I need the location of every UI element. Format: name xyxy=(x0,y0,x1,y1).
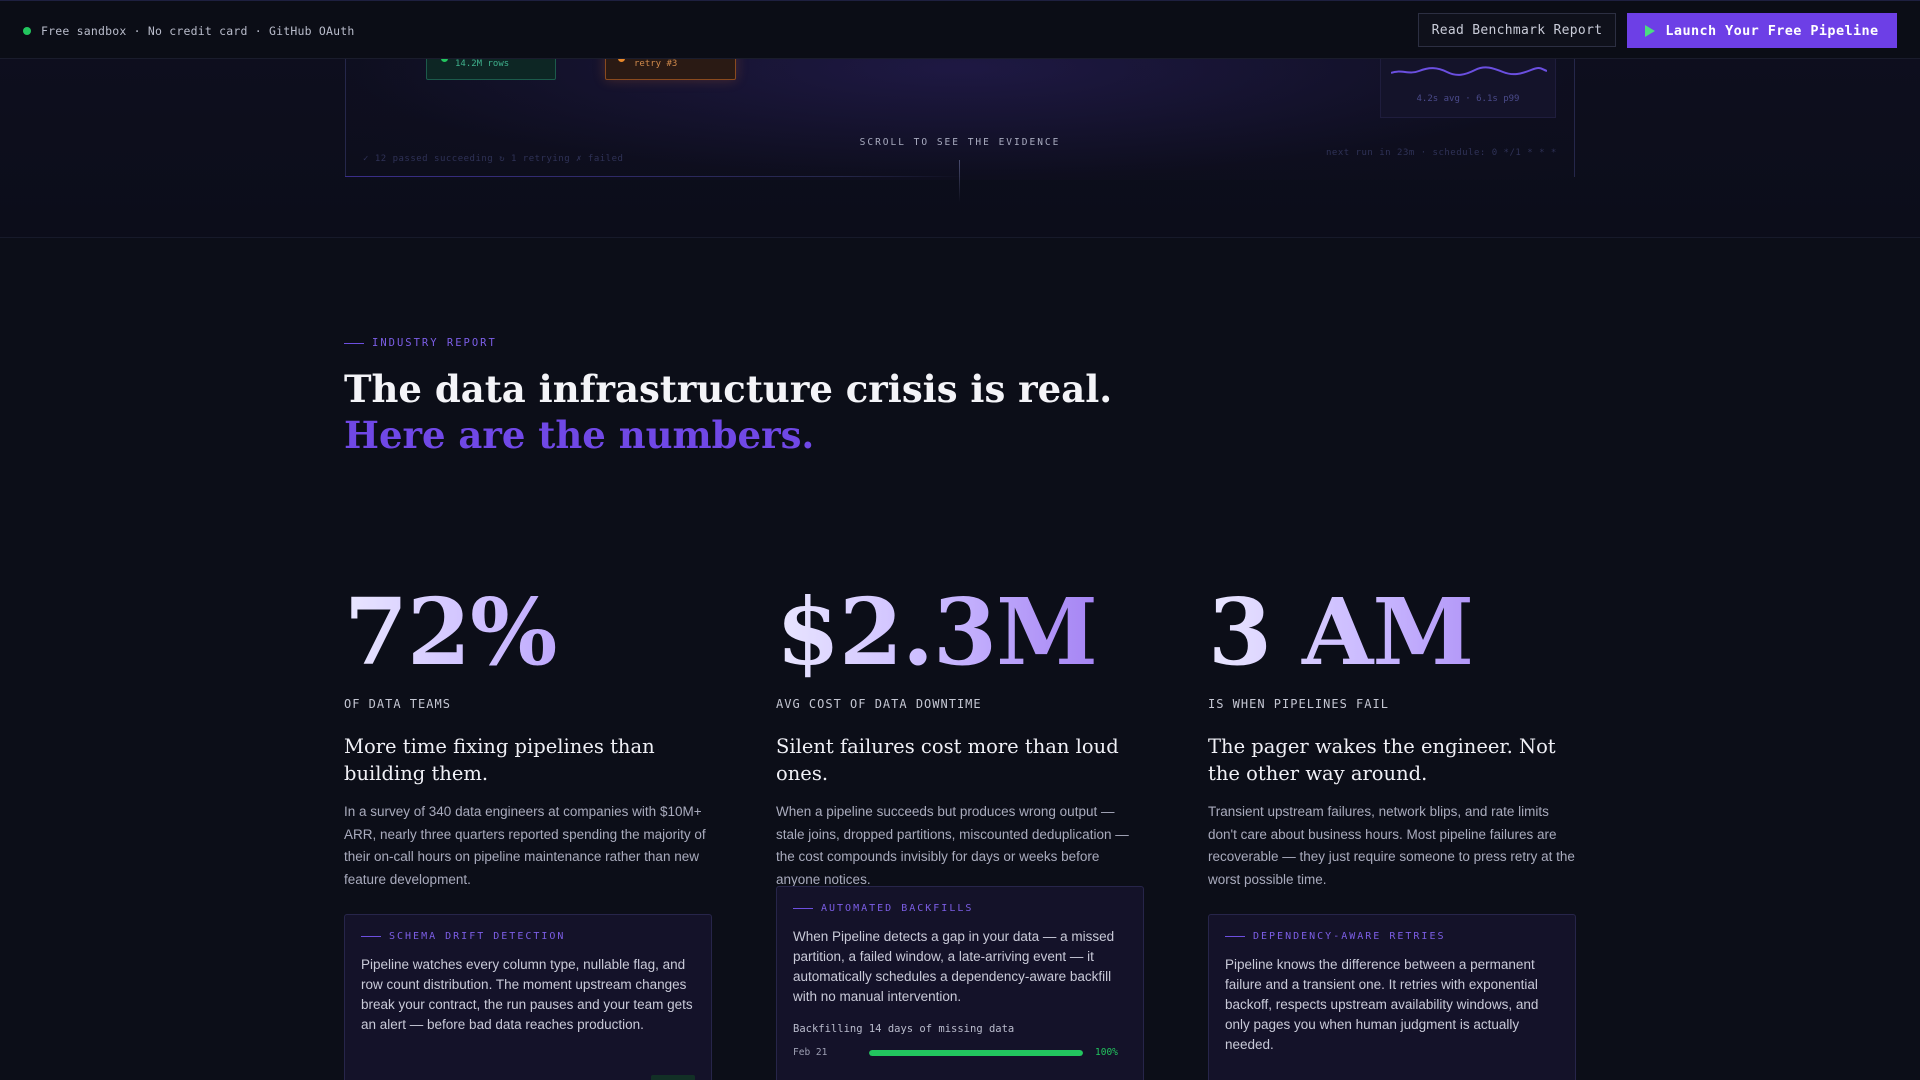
stat-label: AVG COST OF DATA DOWNTIME xyxy=(776,697,982,711)
eyebrow-rule xyxy=(793,908,813,909)
feature-card-schema-drift: SCHEMA DRIFT DETECTION Pipeline watches … xyxy=(344,914,712,1080)
feature-eyebrow: AUTOMATED BACKFILLS xyxy=(793,903,1127,914)
backfill-row: Feb 21 100% xyxy=(793,1047,1127,1058)
schedule-info: next run in 23m · schedule: 0 */1 * * * xyxy=(1326,148,1557,158)
stat-body: Transient upstream failures, network bli… xyxy=(1208,804,1575,887)
stat-body: When a pipeline succeeds but produces wr… xyxy=(776,804,1129,887)
feature-body: When Pipeline detects a gap in your data… xyxy=(793,929,1115,1004)
headline-accent: Here are the numbers. xyxy=(344,413,815,457)
backfill-progress-bar xyxy=(869,1049,1083,1056)
stat-value: $2.3M xyxy=(776,580,1144,684)
online-status-icon xyxy=(23,27,31,35)
sandbox-status: Free sandbox · No credit card · GitHub O… xyxy=(23,24,354,38)
stat-title: Silent failures cost more than loud ones… xyxy=(776,735,1119,785)
feature-card-backfills: AUTOMATED BACKFILLS When Pipeline detect… xyxy=(776,886,1144,1080)
status-badge xyxy=(651,1075,695,1080)
eyebrow-text: INDUSTRY REPORT xyxy=(372,337,497,349)
backfill-progress-fill xyxy=(869,1049,1083,1056)
section-headline: The data infrastructure crisis is real. … xyxy=(344,366,1112,458)
feature-eyebrow: SCHEMA DRIFT DETECTION xyxy=(361,931,695,942)
eyebrow-rule xyxy=(344,342,364,344)
read-benchmark-button[interactable]: Read Benchmark Report xyxy=(1418,13,1616,47)
feature-body: Pipeline knows the difference between a … xyxy=(1225,957,1539,1052)
backfill-title: Backfilling 14 days of missing data xyxy=(793,1023,1015,1035)
top-bar: Free sandbox · No credit card · GitHub O… xyxy=(0,0,1920,59)
section-eyebrow: INDUSTRY REPORT xyxy=(344,337,497,349)
stat-column-failure-time: 3 AM IS WHEN PIPELINES FAIL The pager wa… xyxy=(1208,580,1576,891)
feature-eyebrow: DEPENDENCY-AWARE RETRIES xyxy=(1225,931,1559,942)
play-icon xyxy=(1645,24,1656,37)
stat-value: 3 AM xyxy=(1208,580,1576,684)
feature-body: Pipeline watches every column type, null… xyxy=(361,957,693,1032)
stat-column-teams: 72% OF DATA TEAMS More time fixing pipel… xyxy=(344,580,712,891)
eyebrow-rule xyxy=(361,936,381,937)
stat-label: OF DATA TEAMS xyxy=(344,697,451,711)
run-summary: ✓ 12 passed succeeding ↻ 1 retrying ✗ fa… xyxy=(363,154,624,164)
launch-pipeline-button[interactable]: Launch Your Free Pipeline xyxy=(1627,13,1897,48)
launch-pipeline-label: Launch Your Free Pipeline xyxy=(1665,22,1879,39)
feature-eyebrow-text: AUTOMATED BACKFILLS xyxy=(821,903,974,914)
stat-title: The pager wakes the engineer. Not the ot… xyxy=(1208,735,1556,785)
hero-frame-divider xyxy=(345,176,965,177)
backfill-percent: 100% xyxy=(1095,1047,1118,1058)
feature-card-retries: DEPENDENCY-AWARE RETRIES Pipeline knows … xyxy=(1208,914,1576,1080)
stat-label: IS WHEN PIPELINES FAIL xyxy=(1208,697,1389,711)
backfill-date: Feb 21 xyxy=(793,1047,828,1058)
feature-eyebrow-text: SCHEMA DRIFT DETECTION xyxy=(389,931,566,942)
latency-sparkline-icon xyxy=(1391,66,1547,76)
headline-main: The data infrastructure crisis is real. xyxy=(344,367,1113,411)
latency-stats: 4.2s avg · 6.1s p99 xyxy=(1416,94,1520,104)
scroll-hint: SCROLL TO SEE THE EVIDENCE xyxy=(859,137,1061,148)
stat-body: In a survey of 340 data engineers at com… xyxy=(344,804,706,887)
sandbox-status-text: Free sandbox · No credit card · GitHub O… xyxy=(41,24,355,38)
stat-column-downtime: $2.3M AVG COST OF DATA DOWNTIME Silent f… xyxy=(776,580,1144,891)
node-success-label: 14.2M rows xyxy=(455,59,510,69)
feature-eyebrow-text: DEPENDENCY-AWARE RETRIES xyxy=(1253,931,1446,942)
eyebrow-rule xyxy=(1225,936,1245,937)
stat-title: More time fixing pipelines than building… xyxy=(344,735,655,785)
scroll-indicator-line xyxy=(959,160,960,202)
node-retry-label: retry #3 xyxy=(634,59,678,69)
stat-value: 72% xyxy=(344,580,712,684)
